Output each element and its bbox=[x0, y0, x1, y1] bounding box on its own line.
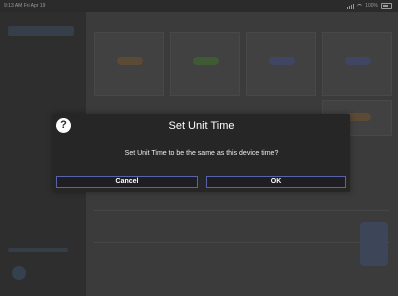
dashboard-tile bbox=[322, 32, 392, 96]
tile-indicator bbox=[269, 57, 295, 65]
divider bbox=[94, 210, 390, 211]
set-unit-time-dialog: ? Set Unit Time Set Unit Time to be the … bbox=[53, 114, 350, 192]
battery-percent: 100% bbox=[365, 3, 378, 9]
battery-icon bbox=[381, 3, 392, 9]
divider bbox=[94, 242, 390, 243]
ok-button[interactable]: OK bbox=[206, 176, 346, 188]
tile-indicator bbox=[117, 57, 143, 65]
tile-indicator bbox=[345, 57, 371, 65]
sidebar-item bbox=[8, 248, 68, 252]
cancel-button[interactable]: Cancel bbox=[56, 176, 198, 188]
dashboard-tile bbox=[94, 32, 164, 96]
tile-indicator bbox=[193, 57, 219, 65]
status-bar: 9:13 AM Fri Apr 19 100% bbox=[0, 0, 398, 12]
status-indicators: 100% bbox=[347, 3, 392, 9]
dialog-title: Set Unit Time bbox=[168, 120, 235, 132]
wifi-icon bbox=[357, 3, 363, 9]
side-panel bbox=[360, 222, 388, 266]
avatar bbox=[12, 266, 26, 280]
status-time-date: 9:13 AM Fri Apr 19 bbox=[4, 3, 46, 9]
sidebar-logo bbox=[8, 26, 74, 36]
dashboard-tile bbox=[246, 32, 316, 96]
cellular-signal-icon bbox=[347, 3, 355, 9]
dashboard-tile bbox=[170, 32, 240, 96]
dialog-message: Set Unit Time to be the same as this dev… bbox=[124, 150, 279, 157]
